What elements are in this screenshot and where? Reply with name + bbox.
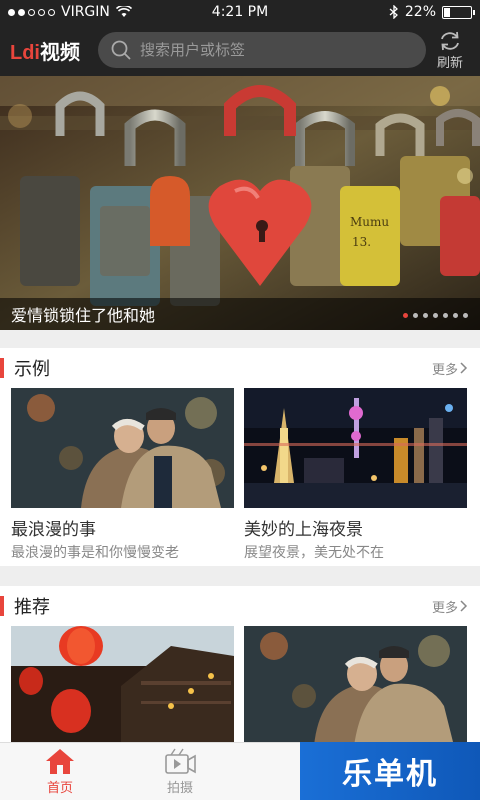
section-title: 示例 [14, 359, 50, 380]
svg-text:13.: 13. [352, 235, 371, 249]
search-input[interactable] [140, 41, 400, 59]
card-thumbnail-elderly-couple [244, 626, 467, 746]
carrier-name: VIRGIN [61, 4, 110, 20]
banner-carousel[interactable]: Mumu 13. 爱情锁锁住了他和她 [0, 76, 480, 330]
carousel-dot[interactable] [453, 313, 458, 318]
section-accent-bar [0, 596, 4, 616]
app-logo: Ldi 视频 [10, 36, 100, 65]
card-thumbnail-shanghai-night [244, 388, 467, 508]
refresh-label: 刷新 [436, 55, 463, 71]
chevron-right-icon [460, 362, 468, 374]
bluetooth-icon [389, 5, 398, 19]
more-label: 更多 [431, 600, 458, 616]
watermark-logo: 乐单机 [300, 742, 480, 800]
card-thumbnail-lantern-street [11, 626, 234, 746]
video-camera-icon [165, 748, 196, 774]
tab-label: 拍摄 [166, 781, 193, 796]
search-icon [111, 40, 131, 60]
tab-label: 首页 [46, 781, 73, 796]
card-subtitle: 展望夜景，美无处不在 [244, 545, 384, 561]
card-thumbnail-elderly-couple [11, 388, 234, 508]
status-bar: VIRGIN 4:21 PM 22% [0, 0, 480, 24]
video-card[interactable] [244, 626, 467, 746]
tab-shoot[interactable]: 拍摄 [120, 743, 240, 800]
search-bar[interactable] [98, 32, 426, 68]
video-card[interactable] [11, 626, 234, 746]
section-recommended: 推荐 更多 [0, 586, 480, 746]
status-time: 4:21 PM [211, 4, 269, 20]
more-label: 更多 [431, 362, 458, 378]
signal-strength-icon [8, 8, 55, 16]
carousel-dot[interactable] [423, 313, 428, 318]
card-title: 美妙的上海夜景 [244, 520, 363, 540]
chevron-right-icon [460, 600, 468, 612]
video-card[interactable]: 美妙的上海夜景 展望夜景，美无处不在 [244, 388, 467, 562]
carousel-dot[interactable] [403, 313, 408, 318]
video-card[interactable]: 最浪漫的事 最浪漫的事是和你慢慢变老 [11, 388, 234, 562]
lock-engraving: Mumu [350, 215, 389, 229]
refresh-button[interactable]: 刷新 [430, 30, 470, 71]
logo-brand: Ldi [10, 41, 40, 64]
carousel-dot[interactable] [443, 313, 448, 318]
wifi-icon [115, 6, 132, 17]
carousel-dot[interactable] [433, 313, 438, 318]
battery-icon [442, 5, 475, 19]
logo-text: 视频 [40, 39, 80, 64]
home-icon [46, 749, 74, 774]
app-header: Ldi 视频 刷新 [0, 24, 480, 76]
more-button[interactable]: 更多 [432, 359, 468, 378]
refresh-icon [441, 31, 459, 50]
section-examples: 示例 更多 最浪漫的事 最浪漫的事是和你慢慢变老 美妙的上海夜景 展望夜景，美无… [0, 348, 480, 566]
carousel-dot[interactable] [463, 313, 468, 318]
card-subtitle: 最浪漫的事是和你慢慢变老 [11, 545, 179, 561]
card-title: 最浪漫的事 [11, 520, 96, 540]
carousel-indicators [403, 313, 468, 318]
tab-home[interactable]: 首页 [0, 743, 120, 800]
banner-image-love-locks: Mumu 13. [0, 76, 480, 330]
section-accent-bar [0, 358, 4, 378]
battery-percent: 22% [404, 4, 436, 20]
carousel-dot[interactable] [413, 313, 418, 318]
more-button[interactable]: 更多 [432, 597, 468, 616]
section-title: 推荐 [14, 597, 50, 618]
